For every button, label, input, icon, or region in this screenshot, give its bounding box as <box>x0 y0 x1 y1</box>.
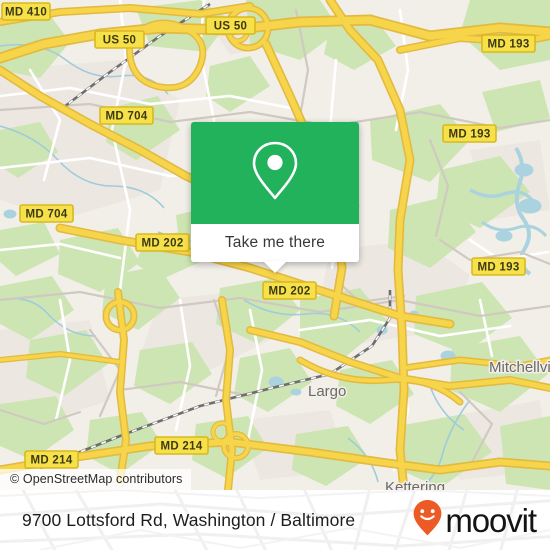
road-shield-label: MD 193 <box>487 39 529 51</box>
map-pin-icon <box>248 139 302 208</box>
road-shield-label: US 50 <box>103 35 136 47</box>
map-place-label: Largo <box>308 383 346 400</box>
road-shield: US 50 <box>205 16 256 35</box>
road-shield: MD 193 <box>471 257 526 276</box>
road-shield: MD 214 <box>154 436 209 455</box>
road-shield-label: MD 193 <box>477 262 519 274</box>
moovit-wordmark: moovit <box>445 501 537 539</box>
road-shield: MD 214 <box>24 450 79 469</box>
popup-image-panel <box>191 122 359 224</box>
moovit-pin-icon <box>411 498 444 543</box>
road-shield: MD 704 <box>19 204 74 223</box>
road-shield-label: MD 202 <box>268 286 310 298</box>
road-shield: US 50 <box>94 30 145 49</box>
road-shield: MD 704 <box>99 106 154 125</box>
road-shield: MD 202 <box>262 281 317 300</box>
footer-bar: 9700 Lottsford Rd, Washington / Baltimor… <box>0 490 550 550</box>
osm-attribution[interactable]: © OpenStreetMap contributors <box>0 469 191 490</box>
road-shield-label: MD 214 <box>160 441 202 453</box>
road-shield-label: MD 704 <box>25 209 67 221</box>
moovit-map-screenshot: Largo Mitchellvi Kettering MD 410 US 50 US 5… <box>0 0 550 550</box>
map-place-label: Kettering <box>385 479 445 490</box>
road-shield: MD 193 <box>442 124 497 143</box>
road-shield: MD 202 <box>135 233 190 252</box>
road-shield-label: MD 410 <box>5 7 47 19</box>
road-shield: MD 410 <box>1 2 51 21</box>
map-place-label: Mitchellvi <box>489 359 550 376</box>
moovit-logo[interactable]: moovit <box>411 490 537 550</box>
road-shield-label: MD 202 <box>141 238 183 250</box>
take-me-there-popup[interactable]: Take me there <box>191 122 359 273</box>
road-shield-label: MD 193 <box>448 129 490 141</box>
road-shield-label: MD 704 <box>105 111 147 123</box>
road-shield-label: US 50 <box>214 21 247 33</box>
road-shield-label: MD 214 <box>30 455 72 467</box>
road-shield: MD 193 <box>481 34 536 53</box>
footer-address-text: 9700 Lottsford Rd, Washington / Baltimor… <box>22 509 356 530</box>
popup-action-label[interactable]: Take me there <box>191 224 359 262</box>
popup-tail <box>263 261 287 273</box>
